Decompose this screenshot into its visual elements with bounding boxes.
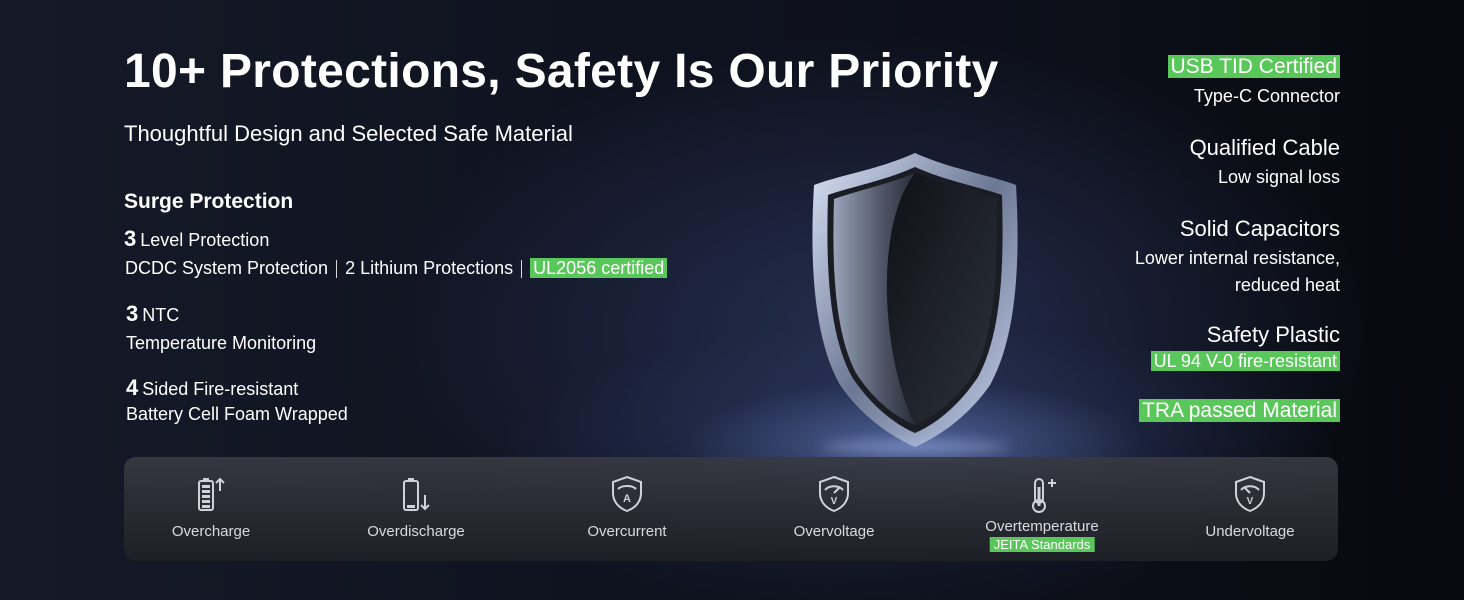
cable-sub: Low signal loss xyxy=(1217,167,1340,187)
thermometer-plus-icon xyxy=(1032,478,1056,513)
ul94-badge: UL 94 V-0 fire-resistant xyxy=(1150,351,1340,372)
shield-a-icon: A xyxy=(612,475,642,513)
page-subtitle: Thoughtful Design and Selected Safe Mate… xyxy=(124,121,573,146)
surge-heading: Surge Protection xyxy=(124,190,294,213)
jeita-badge: JEITA Standards xyxy=(989,537,1095,552)
plastic-heading: Safety Plastic xyxy=(1206,322,1340,347)
fire-text: Sided Fire-resistant xyxy=(142,379,299,399)
capacitors-sub-2: reduced heat xyxy=(1234,275,1340,295)
ntc-text: NTC xyxy=(142,305,180,325)
protection-item: DCDC System Protection xyxy=(125,258,329,278)
protection-panel: Overcharge Overdischarge A Overcurrent V… xyxy=(124,457,1338,561)
page-title: 10+ Protections, Safety Is Our Priority xyxy=(124,45,999,98)
panel-item-label: Overvoltage xyxy=(793,523,875,540)
ul94-badge-text: UL 94 V-0 fire-resistant xyxy=(1150,351,1340,371)
panel-item-undervoltage: V Undervoltage xyxy=(1150,457,1350,561)
panel-item-label: Overcharge xyxy=(171,523,251,540)
fire-sub: Battery Cell Foam Wrapped xyxy=(126,404,348,424)
panel-item-overcharge: Overcharge xyxy=(111,457,311,561)
protection-item: 2 Lithium Protections xyxy=(345,258,514,278)
svg-text:V: V xyxy=(831,496,838,507)
shield-icon xyxy=(812,153,1018,447)
svg-text:V: V xyxy=(1247,496,1254,507)
fire-feature: 4 Sided Fire-resistant xyxy=(126,375,298,401)
panel-item-overvoltage: V Overvoltage xyxy=(734,457,934,561)
panel-item-overtemperature: Overtemperature JEITA Standards xyxy=(942,457,1142,561)
usb-tid-badge: USB TID Certified xyxy=(1167,55,1340,79)
panel-item-label: Undervoltage xyxy=(1205,523,1295,540)
ntc-sub: Temperature Monitoring xyxy=(126,333,317,353)
panel-item-label: Overtemperature xyxy=(985,518,1099,535)
panel-item-overcurrent: A Overcurrent xyxy=(527,457,727,561)
ntc-feature: 3 NTC xyxy=(126,301,179,327)
panel-item-label: Overdischarge xyxy=(367,523,465,540)
battery-down-icon xyxy=(403,478,430,511)
usb-sub: Type-C Connector xyxy=(1193,86,1340,106)
level-protection: 3 Level Protection xyxy=(124,226,269,252)
level-text: Level Protection xyxy=(140,230,270,250)
protection-list: DCDC System Protection 2 Lithium Protecti… xyxy=(125,258,668,279)
ntc-number: 3 xyxy=(126,301,139,326)
shield-gauge-v-icon: V xyxy=(1235,475,1265,513)
panel-item-label: Overcurrent xyxy=(587,523,667,540)
usb-tid-badge-text: USB TID Certified xyxy=(1167,55,1340,78)
capacitors-heading: Solid Capacitors xyxy=(1179,216,1340,241)
shield-glow xyxy=(820,440,1010,454)
battery-up-icon xyxy=(198,477,225,511)
ul2056-badge: UL2056 certified xyxy=(530,258,668,278)
shield-gauge-v-icon: V xyxy=(819,475,849,513)
divider xyxy=(521,260,523,279)
fire-number: 4 xyxy=(126,375,139,400)
cable-heading: Qualified Cable xyxy=(1189,135,1340,160)
tra-badge: TRA passed Material xyxy=(1139,399,1340,423)
capacitors-sub-1: Lower internal resistance, xyxy=(1134,248,1340,268)
svg-text:A: A xyxy=(623,493,631,505)
panel-item-overdischarge: Overdischarge xyxy=(316,457,516,561)
level-number: 3 xyxy=(124,226,137,251)
divider xyxy=(336,260,338,279)
tra-badge-text: TRA passed Material xyxy=(1139,399,1340,422)
